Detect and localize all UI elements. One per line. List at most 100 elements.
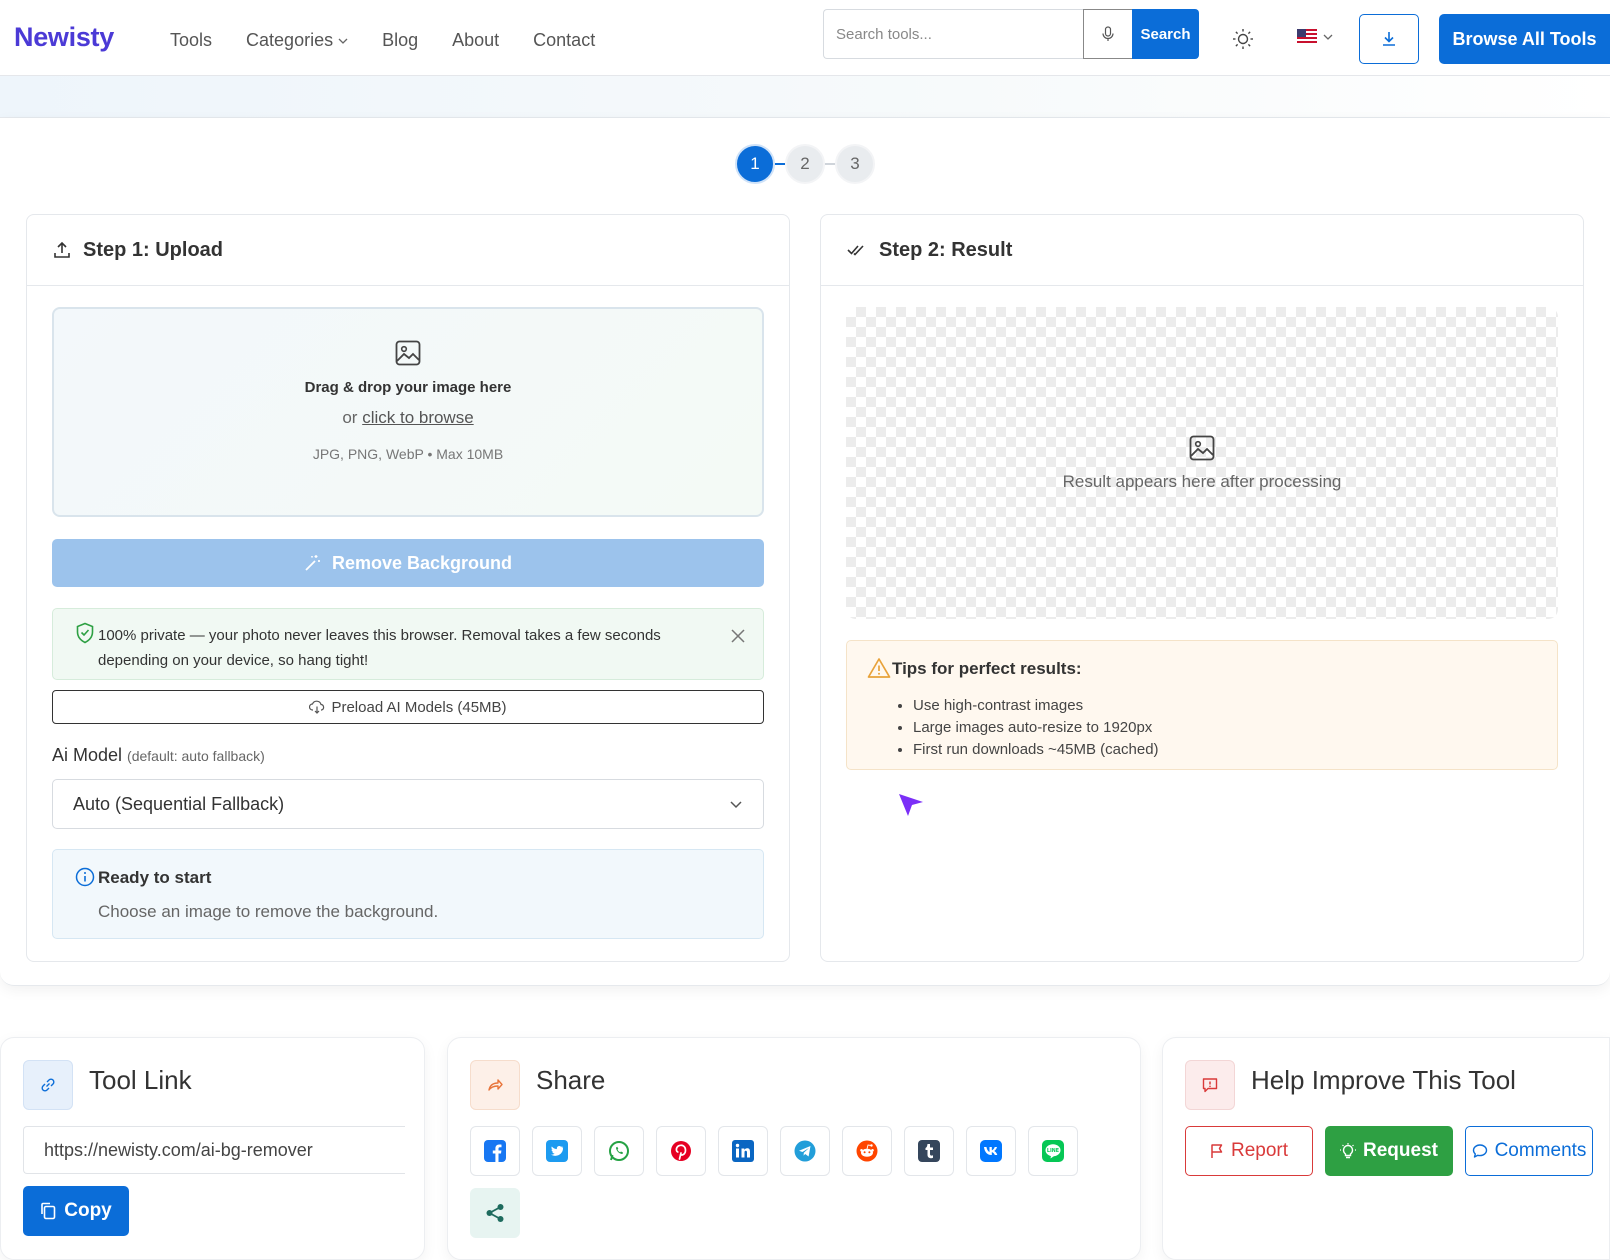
model-label-hint: (default: auto fallback) [127, 748, 265, 764]
mouse-cursor-icon [899, 794, 923, 816]
share-telegram-button[interactable] [780, 1126, 830, 1176]
search-button[interactable]: Search [1132, 9, 1199, 59]
nav-link-blog[interactable]: Blog [382, 30, 418, 51]
feedback-title: Help Improve This Tool [1251, 1065, 1516, 1095]
svg-text:LINE: LINE [1047, 1148, 1059, 1154]
install-app-button[interactable] [1359, 14, 1419, 64]
nav-link-categories-label: Categories [246, 30, 334, 50]
twitter-icon [546, 1140, 568, 1162]
close-alert-button[interactable] [731, 629, 745, 643]
share-whatsapp-button[interactable] [594, 1126, 644, 1176]
reddit-icon [856, 1140, 878, 1162]
tool-link-input[interactable]: https://newisty.com/ai-bg-remover [23, 1126, 405, 1174]
step-2[interactable]: 2 [785, 144, 825, 184]
report-label: Report [1230, 1140, 1289, 1161]
tip-item: First run downloads ~45MB (cached) [913, 739, 1159, 761]
nav-link-contact[interactable]: Contact [533, 30, 595, 51]
tip-item: Large images auto-resize to 1920px [913, 717, 1159, 739]
language-selector[interactable] [1297, 29, 1333, 45]
whatsapp-icon [609, 1141, 629, 1161]
dropzone-or: or [342, 408, 358, 427]
ai-model-select[interactable]: Auto (Sequential Fallback) [52, 779, 764, 829]
model-label: Ai Model (default: auto fallback) [52, 745, 265, 766]
voice-search-button[interactable] [1083, 9, 1133, 59]
share-pinterest-button[interactable] [656, 1126, 706, 1176]
result-panel-header: Step 2: Result [821, 215, 1583, 286]
lightbulb-icon [1340, 1143, 1357, 1159]
upload-panel: Step 1: Upload Drag & drop your image he… [26, 214, 790, 962]
ai-model-value: Auto (Sequential Fallback) [73, 793, 285, 814]
remove-background-label: Remove Background [331, 552, 513, 573]
step-3[interactable]: 3 [835, 144, 875, 184]
double-check-icon [847, 245, 864, 256]
share-card: Share LINE [447, 1037, 1141, 1260]
step-connector [825, 163, 835, 165]
chevron-down-icon [1323, 34, 1333, 40]
brand-logo[interactable]: Newisty [14, 22, 114, 53]
link-icon [41, 1078, 55, 1092]
share-linkedin-button[interactable] [718, 1126, 768, 1176]
nav-link-about[interactable]: About [452, 30, 499, 51]
model-label-text: Ai Model [52, 745, 123, 765]
share-vk-button[interactable] [966, 1126, 1016, 1176]
upload-panel-title: Step 1: Upload [83, 238, 224, 261]
share-reddit-button[interactable] [842, 1126, 892, 1176]
vk-icon [980, 1140, 1002, 1162]
nav-link-categories[interactable]: Categories [246, 30, 348, 51]
tips-box: Tips for perfect results: Use high-contr… [846, 640, 1558, 770]
share-tumblr-button[interactable] [904, 1126, 954, 1176]
share-icon-badge [470, 1060, 520, 1110]
preload-models-button[interactable]: Preload AI Models (45MB) [52, 690, 764, 724]
telegram-icon [794, 1140, 816, 1162]
share-buttons: LINE [470, 1126, 1120, 1238]
feedback-icon-badge [1185, 1060, 1235, 1110]
warning-icon [867, 658, 891, 678]
sun-icon [1233, 29, 1253, 49]
tips-list: Use high-contrast images Large images au… [913, 695, 1159, 761]
pinterest-icon [671, 1141, 691, 1161]
line-icon: LINE [1042, 1140, 1064, 1162]
share-more-button[interactable] [470, 1188, 520, 1238]
comments-label: Comments [1494, 1140, 1587, 1161]
privacy-alert: 100% private — your photo never leaves t… [52, 608, 764, 680]
shield-check-icon [76, 622, 94, 644]
upload-panel-header: Step 1: Upload [27, 215, 789, 286]
comments-button[interactable]: Comments [1465, 1126, 1593, 1176]
microphone-icon [1102, 26, 1114, 41]
dropzone-browse-line: or click to browse [342, 408, 473, 428]
tips-title: Tips for perfect results: [892, 659, 1082, 678]
share-facebook-button[interactable] [470, 1126, 520, 1176]
chevron-down-icon [730, 801, 742, 809]
hero-strip [0, 76, 1610, 118]
image-dropzone[interactable]: Drag & drop your image here or click to … [52, 307, 764, 517]
copy-link-button[interactable]: Copy [23, 1186, 129, 1236]
result-preview: Result appears here after processing [846, 307, 1558, 619]
browse-link[interactable]: click to browse [362, 408, 473, 427]
facebook-icon [484, 1140, 506, 1162]
share-line-button[interactable]: LINE [1028, 1126, 1078, 1176]
browse-all-tools-button[interactable]: Browse All Tools [1439, 14, 1610, 64]
remove-background-button[interactable]: Remove Background [52, 539, 764, 587]
privacy-alert-text: 100% private — your photo never leaves t… [98, 627, 661, 669]
theme-toggle[interactable] [1232, 28, 1254, 50]
dropzone-formats: JPG, PNG, WebP • Max 10MB [312, 446, 504, 462]
navbar: Newisty Tools Categories Blog About Cont… [0, 0, 1610, 76]
step-1[interactable]: 1 [735, 144, 775, 184]
report-button[interactable]: Report [1185, 1126, 1313, 1176]
result-panel-title: Step 2: Result [879, 238, 1013, 261]
nav-link-tools[interactable]: Tools [170, 30, 212, 51]
search-input[interactable]: Search tools... [823, 9, 1085, 59]
linkedin-icon [732, 1140, 754, 1162]
share-nodes-icon [486, 1204, 504, 1222]
chevron-down-icon [338, 38, 348, 44]
share-title: Share [536, 1065, 606, 1095]
share-twitter-button[interactable] [532, 1126, 582, 1176]
status-text: Choose an image to remove the background… [98, 902, 439, 921]
status-box: Ready to start Choose an image to remove… [52, 849, 764, 939]
cloud-download-icon [309, 700, 325, 714]
result-panel: Step 2: Result Result appears here after… [820, 214, 1584, 962]
stepper: 1 2 3 [735, 144, 875, 184]
nav-links: Tools Categories Blog About Contact [170, 30, 595, 51]
tumblr-icon [918, 1140, 940, 1162]
request-button[interactable]: Request [1325, 1126, 1453, 1176]
